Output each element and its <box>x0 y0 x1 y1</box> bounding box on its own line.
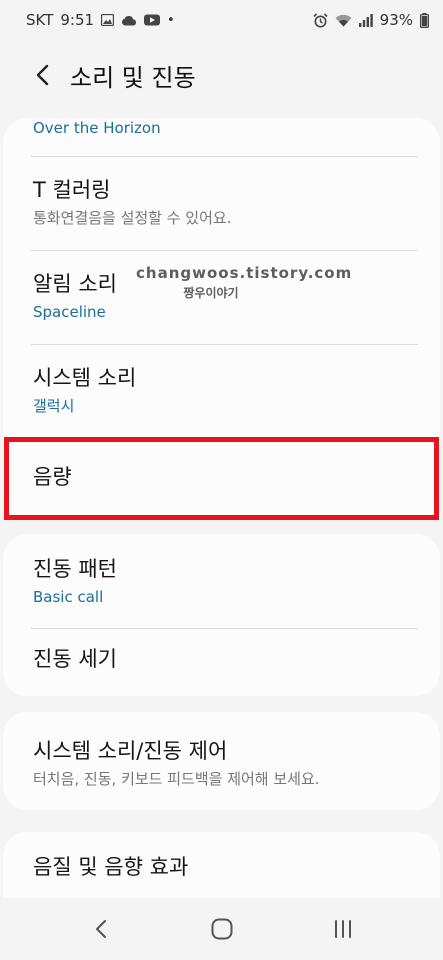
ringtone-value: Over the Horizon <box>33 119 161 137</box>
t-coloring-title: T 컬러링 <box>33 178 111 202</box>
system-sound-value: 갤럭시 <box>33 397 75 415</box>
carrier-label: SKT <box>26 11 54 29</box>
notification-sound-value: Spaceline <box>33 303 106 321</box>
sound-card: Over the Horizon T 컬러링 통화연결음을 설정할 수 있어요.… <box>3 118 440 520</box>
notification-sound-item[interactable]: 알림 소리 Spaceline <box>3 251 440 344</box>
alarm-icon <box>313 12 328 28</box>
chevron-left-icon <box>36 64 49 86</box>
youtube-icon <box>144 14 161 26</box>
t-coloring-subtitle: 통화연결음을 설정할 수 있어요. <box>33 209 232 227</box>
sound-quality-item[interactable]: 음질 및 음향 효과 <box>3 832 440 902</box>
system-sound-item[interactable]: 시스템 소리 갤럭시 <box>3 345 440 438</box>
nav-back-button[interactable] <box>71 904 131 954</box>
vibration-pattern-title: 진동 패턴 <box>33 557 117 581</box>
nav-home-icon <box>211 918 232 940</box>
page-title: 소리 및 진동 <box>70 63 196 92</box>
vibration-intensity-title: 진동 세기 <box>33 647 117 671</box>
system-control-subtitle: 터치음, 진동, 키보드 피드백을 제어해 보세요. <box>33 770 320 788</box>
system-control-title: 시스템 소리/진동 제어 <box>33 739 228 763</box>
nav-back-icon <box>95 920 106 938</box>
volume-title: 음량 <box>33 465 72 489</box>
gallery-icon <box>101 14 115 26</box>
app-header: 소리 및 진동 <box>0 40 443 110</box>
notification-dot: • <box>167 12 175 28</box>
nav-recents-button[interactable] <box>313 904 373 954</box>
battery-percent: 93% <box>379 11 413 29</box>
sound-quality-title: 음질 및 음향 효과 <box>33 855 189 879</box>
vibration-intensity-item[interactable]: 진동 세기 <box>3 629 440 696</box>
cloud-icon <box>121 15 137 26</box>
status-left: SKT 9:51 • <box>26 11 175 29</box>
wifi-icon <box>335 14 352 27</box>
battery-icon <box>420 12 429 28</box>
nav-recents-icon <box>334 920 351 938</box>
signal-icon <box>358 13 373 27</box>
back-button[interactable] <box>20 53 64 97</box>
ringtone-item[interactable]: Over the Horizon <box>3 118 440 156</box>
nav-home-button[interactable] <box>192 904 252 954</box>
volume-item[interactable]: 음량 <box>3 439 440 520</box>
vibration-pattern-value: Basic call <box>33 588 104 606</box>
vibration-card: 진동 패턴 Basic call 진동 세기 <box>3 534 440 696</box>
system-sound-title: 시스템 소리 <box>33 366 137 390</box>
control-card: 시스템 소리/진동 제어 터치음, 진동, 키보드 피드백을 제어해 보세요. <box>3 712 440 810</box>
navigation-bar <box>0 898 443 960</box>
vibration-pattern-item[interactable]: 진동 패턴 Basic call <box>3 534 440 628</box>
system-control-item[interactable]: 시스템 소리/진동 제어 터치음, 진동, 키보드 피드백을 제어해 보세요. <box>3 712 440 810</box>
status-right: 93% <box>313 11 429 29</box>
notification-sound-title: 알림 소리 <box>33 272 117 296</box>
status-bar: SKT 9:51 • 93% <box>0 0 443 40</box>
clock: 9:51 <box>60 11 95 29</box>
t-coloring-item[interactable]: T 컬러링 통화연결음을 설정할 수 있어요. <box>3 157 440 250</box>
